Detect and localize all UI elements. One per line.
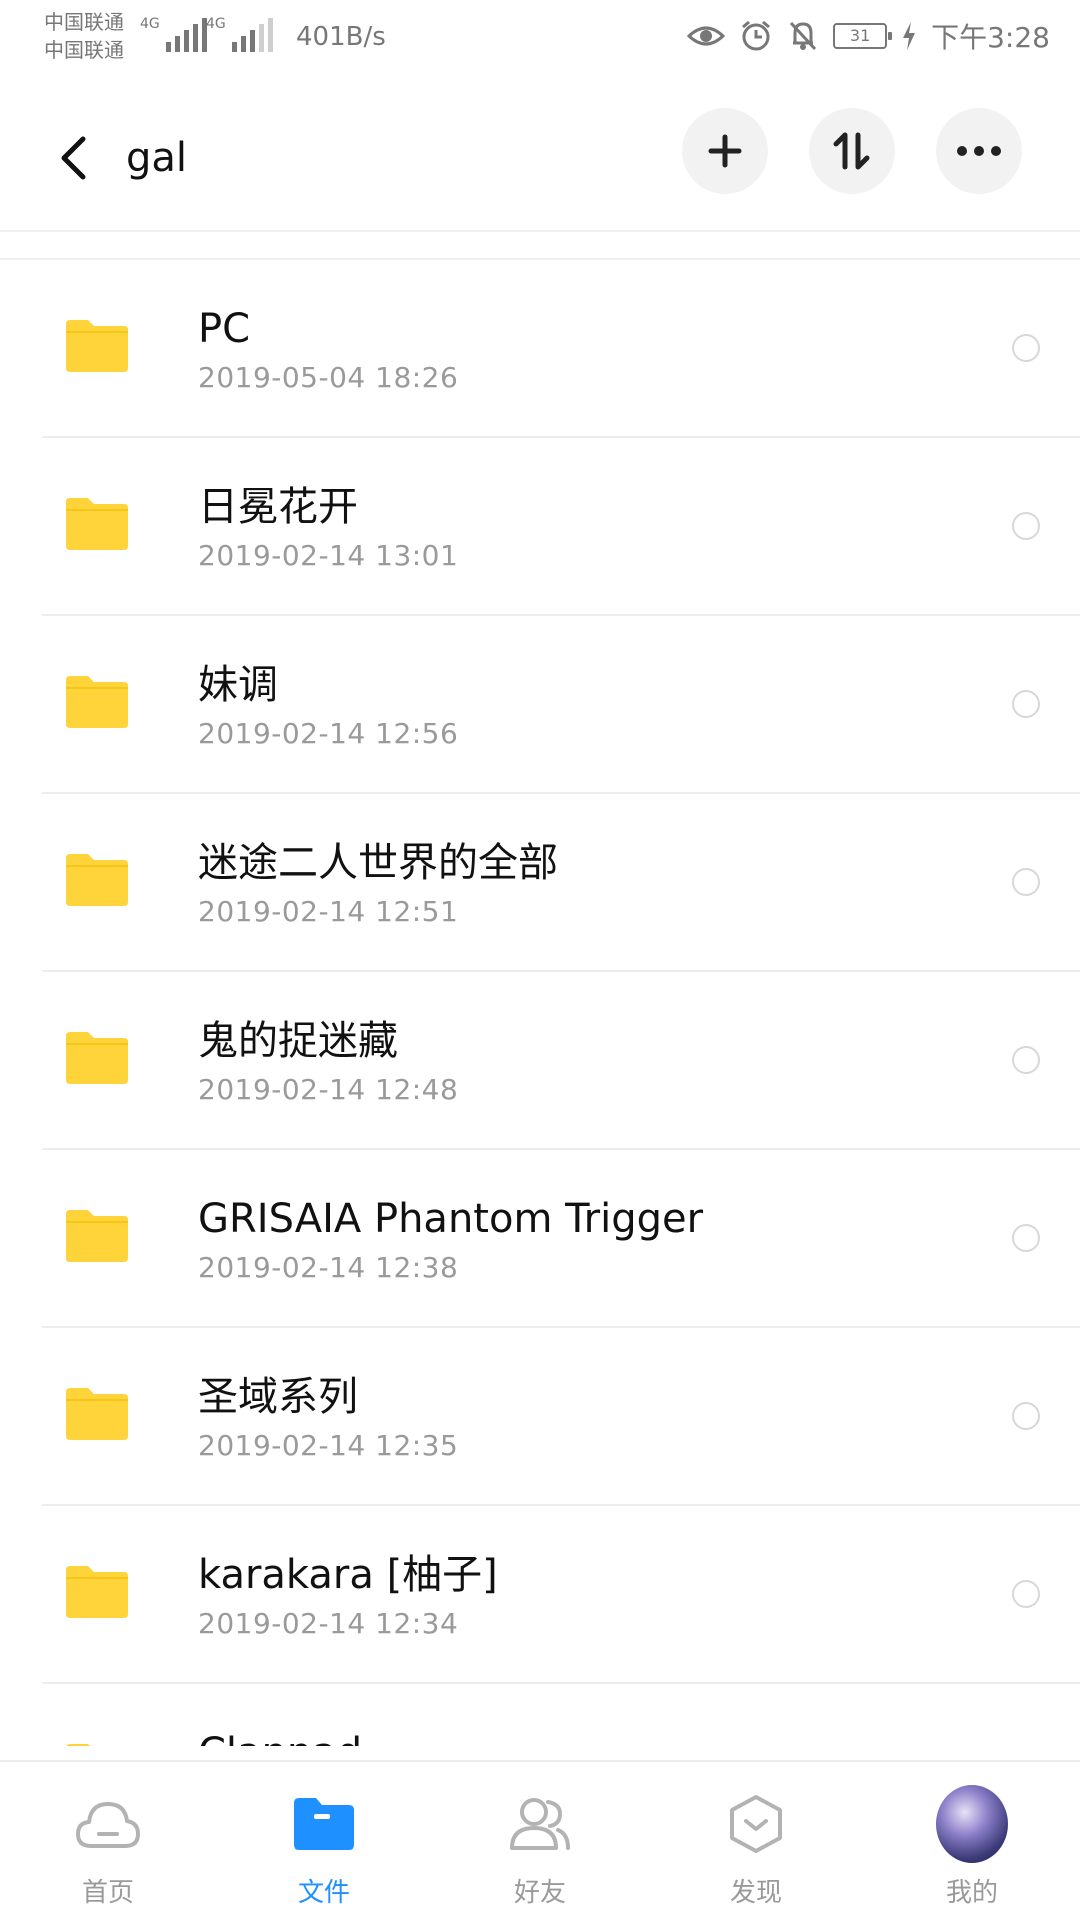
add-button[interactable] <box>682 108 768 194</box>
folder-icon <box>66 1032 128 1084</box>
file-date: 2019-02-14 12:51 <box>198 895 459 928</box>
nav-item-friends[interactable]: 好友 <box>432 1762 648 1920</box>
file-name: GRISAIA Phantom Trigger <box>198 1196 704 1242</box>
file-name: karakara [柚子] <box>198 1552 498 1598</box>
back-arrow-icon <box>61 136 86 180</box>
sort-icon <box>833 132 870 170</box>
nav-label-files: 文件 <box>297 1878 350 1908</box>
signal-1-icon: 4G <box>140 16 207 52</box>
list-item[interactable]: GRISAIA Phantom Trigger 2019-02-14 12:38 <box>42 1150 1080 1328</box>
file-name: 鬼的捉迷藏 <box>198 1018 398 1064</box>
more-icon <box>957 146 1001 156</box>
file-name: 妹调 <box>198 662 278 708</box>
list-item[interactable]: 圣域系列 2019-02-14 12:35 <box>42 1328 1080 1506</box>
file-date: 2019-02-14 12:35 <box>198 1429 459 1462</box>
list-item[interactable]: Clannad <box>42 1684 1080 1746</box>
file-name: 迷途二人世界的全部 <box>198 840 558 886</box>
folder-icon <box>66 1744 90 1746</box>
nav-label-home: 首页 <box>81 1878 134 1908</box>
nav-label-discover: 发现 <box>729 1878 782 1908</box>
select-checkbox[interactable] <box>1012 1224 1040 1252</box>
select-checkbox[interactable] <box>1012 512 1040 540</box>
select-checkbox[interactable] <box>1012 334 1040 362</box>
list-item[interactable]: karakara [柚子] 2019-02-14 12:34 <box>42 1506 1080 1684</box>
file-date: 2019-05-04 18:26 <box>198 361 459 394</box>
file-list: PC 2019-05-04 18:26 日冕花开 2019-02-14 13:0… <box>0 258 1080 1746</box>
file-date: 2019-02-14 12:56 <box>198 717 459 750</box>
select-checkbox[interactable] <box>1012 1580 1040 1608</box>
avatar <box>936 1785 1008 1863</box>
carrier-1: 中国联通 <box>44 10 124 34</box>
cloud-icon <box>72 1788 144 1860</box>
friends-icon <box>504 1788 576 1860</box>
clock-time: 下午3:28 <box>931 21 1050 54</box>
nav-item-discover[interactable]: 发现 <box>648 1762 864 1920</box>
mute-bell-icon <box>787 19 819 53</box>
status-icons: 31 下午3:28 <box>687 16 1050 56</box>
file-date: 2019-02-14 12:38 <box>198 1251 459 1284</box>
folder-icon <box>66 1388 128 1440</box>
nav-label-me: 我的 <box>945 1878 998 1908</box>
discover-icon <box>720 1788 792 1860</box>
folder-icon <box>66 320 128 372</box>
battery-icon: 31 <box>833 23 893 49</box>
list-item[interactable]: PC 2019-05-04 18:26 <box>42 260 1080 438</box>
file-name: PC <box>198 306 251 352</box>
nav-item-files[interactable]: 文件 <box>216 1762 432 1920</box>
select-checkbox[interactable] <box>1012 690 1040 718</box>
top-app-bar: gal <box>0 80 1080 232</box>
file-date: 2019-02-14 12:34 <box>198 1607 459 1640</box>
carrier-2: 中国联通 <box>44 38 124 62</box>
file-name: 圣域系列 <box>198 1374 358 1420</box>
file-date: 2019-02-14 13:01 <box>198 539 459 572</box>
folder-icon <box>66 498 128 550</box>
file-name: Clannad <box>198 1728 362 1746</box>
folder-icon <box>66 1210 128 1262</box>
back-button[interactable] <box>48 128 98 188</box>
net-speed: 401B/s <box>296 22 386 52</box>
charging-icon <box>901 21 917 51</box>
bottom-nav: 首页 文件 好友 发现 我的 <box>0 1760 1080 1920</box>
nav-item-home[interactable]: 首页 <box>0 1762 216 1920</box>
folder-icon <box>66 854 128 906</box>
folder-icon <box>66 1566 128 1618</box>
folder-icon <box>288 1788 360 1860</box>
select-checkbox[interactable] <box>1012 868 1040 896</box>
list-item[interactable]: 迷途二人世界的全部 2019-02-14 12:51 <box>42 794 1080 972</box>
sort-button[interactable] <box>809 108 895 194</box>
alarm-icon <box>739 19 773 53</box>
select-checkbox[interactable] <box>1012 1046 1040 1074</box>
folder-icon <box>66 676 128 728</box>
nav-label-friends: 好友 <box>513 1878 566 1908</box>
signal-1-label: 4G <box>140 16 160 32</box>
eye-icon <box>687 22 726 50</box>
select-checkbox[interactable] <box>1012 1402 1040 1430</box>
page-title: gal <box>126 135 188 181</box>
signal-2-label: 4G <box>206 16 226 32</box>
file-name: 日冕花开 <box>198 484 358 530</box>
more-button[interactable] <box>936 108 1022 194</box>
status-bar: 中国联通 中国联通 4G 4G 401B/s 31 下午3:28 <box>0 0 1080 80</box>
list-item[interactable]: 妹调 2019-02-14 12:56 <box>42 616 1080 794</box>
add-icon <box>708 134 742 168</box>
file-date: 2019-02-14 12:48 <box>198 1073 459 1106</box>
list-item[interactable]: 日冕花开 2019-02-14 13:01 <box>42 438 1080 616</box>
nav-item-me[interactable]: 我的 <box>864 1762 1080 1920</box>
signal-2-icon: 4G <box>206 16 273 52</box>
list-item[interactable]: 鬼的捉迷藏 2019-02-14 12:48 <box>42 972 1080 1150</box>
carrier-names: 中国联通 中国联通 <box>44 8 124 64</box>
